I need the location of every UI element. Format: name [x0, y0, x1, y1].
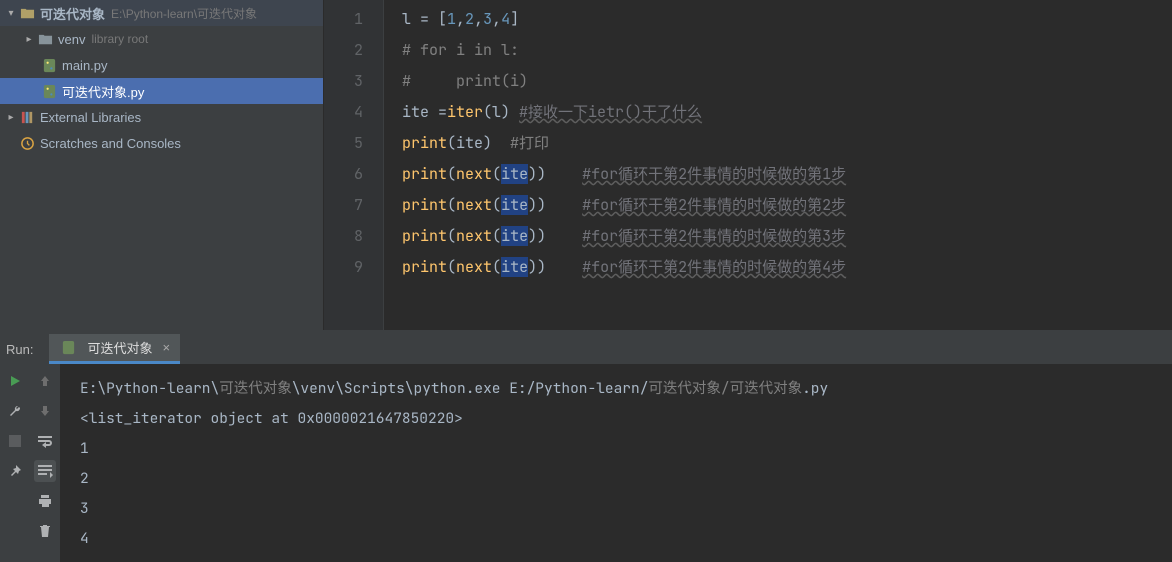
- python-file-icon: [59, 340, 77, 355]
- scroll-to-end-button[interactable]: [34, 460, 56, 482]
- line-number: 5: [324, 128, 363, 159]
- trash-button[interactable]: [34, 520, 56, 542]
- sidebar-item-venv[interactable]: ▸ venv library root: [0, 26, 323, 52]
- external-libraries[interactable]: ▸ External Libraries: [0, 104, 323, 130]
- code-line[interactable]: print(next(ite)) #for循环干第2件事情的时候做的第3步: [402, 221, 1172, 252]
- tree-label: External Libraries: [40, 110, 141, 125]
- pin-button[interactable]: [4, 460, 26, 482]
- chevron-right-icon: ▸: [22, 34, 36, 45]
- up-arrow-button[interactable]: [34, 370, 56, 392]
- run-tabbar: Run: 可迭代对象 ×: [0, 334, 1172, 364]
- console-line: <list_iterator object at 0x0000021647850…: [80, 404, 1172, 434]
- line-number: 7: [324, 190, 363, 221]
- run-tab-label: 可迭代对象: [87, 338, 152, 357]
- tree-label: venv: [58, 32, 85, 47]
- run-panel: Run: 可迭代对象 ×: [0, 330, 1172, 562]
- run-second-toolbar: [30, 364, 60, 562]
- scratch-icon: [18, 136, 36, 151]
- console-line: E:\Python-learn\可迭代对象\venv\Scripts\pytho…: [80, 374, 1172, 404]
- project-root[interactable]: ▾ 可迭代对象 E:\Python-learn\可迭代对象: [0, 0, 323, 26]
- line-number: 2: [324, 35, 363, 66]
- code-line[interactable]: print(next(ite)) #for循环干第2件事情的时候做的第4步: [402, 252, 1172, 283]
- code-line[interactable]: # print(i): [402, 66, 1172, 97]
- line-number: 9: [324, 252, 363, 283]
- console-line: 3: [80, 494, 1172, 524]
- console-output[interactable]: E:\Python-learn\可迭代对象\venv\Scripts\pytho…: [60, 364, 1172, 562]
- wrench-button[interactable]: [4, 400, 26, 422]
- tree-label: 可迭代对象.py: [62, 82, 144, 101]
- tree-label: Scratches and Consoles: [40, 136, 181, 151]
- code-line[interactable]: print(next(ite)) #for循环干第2件事情的时候做的第1步: [402, 159, 1172, 190]
- code-line[interactable]: print(next(ite)) #for循环干第2件事情的时候做的第2步: [402, 190, 1172, 221]
- code-line[interactable]: ite =iter(l) #接收一下ietr()干了什么: [402, 97, 1172, 128]
- python-file-icon: [40, 84, 58, 99]
- run-tab[interactable]: 可迭代对象 ×: [49, 334, 180, 364]
- code-editor[interactable]: 123456789 l = [1,2,3,4]# for i in l:# pr…: [324, 0, 1172, 330]
- sidebar-item-current-file[interactable]: 可迭代对象.py: [0, 78, 323, 104]
- chevron-down-icon: ▾: [4, 8, 18, 19]
- soft-wrap-button[interactable]: [34, 430, 56, 452]
- tree-label: main.py: [62, 58, 108, 73]
- scratches-consoles[interactable]: Scratches and Consoles: [0, 130, 323, 156]
- code-line[interactable]: l = [1,2,3,4]: [402, 4, 1172, 35]
- down-arrow-button[interactable]: [34, 400, 56, 422]
- console-line: 2: [80, 464, 1172, 494]
- run-left-toolbar: [0, 364, 30, 562]
- sidebar-item-main-py[interactable]: main.py: [0, 52, 323, 78]
- code-area[interactable]: l = [1,2,3,4]# for i in l:# print(i)ite …: [384, 0, 1172, 330]
- print-button[interactable]: [34, 490, 56, 512]
- console-line: 4: [80, 524, 1172, 554]
- code-line[interactable]: print(ite) #打印: [402, 128, 1172, 159]
- project-sidebar[interactable]: ▾ 可迭代对象 E:\Python-learn\可迭代对象 ▸ venv lib…: [0, 0, 324, 330]
- console-line: 1: [80, 434, 1172, 464]
- project-path: E:\Python-learn\可迭代对象: [111, 5, 257, 22]
- line-number: 4: [324, 97, 363, 128]
- code-line[interactable]: # for i in l:: [402, 35, 1172, 66]
- chevron-right-icon: ▸: [4, 112, 18, 123]
- project-name: 可迭代对象: [40, 4, 105, 23]
- line-gutter: 123456789: [324, 0, 384, 330]
- tree-note: library root: [91, 32, 148, 46]
- folder-icon: [18, 6, 36, 21]
- run-label: Run:: [6, 342, 33, 357]
- stop-button[interactable]: [4, 430, 26, 452]
- line-number: 1: [324, 4, 363, 35]
- library-icon: [18, 110, 36, 125]
- line-number: 3: [324, 66, 363, 97]
- folder-icon: [36, 32, 54, 47]
- close-icon[interactable]: ×: [162, 340, 170, 355]
- run-button[interactable]: [4, 370, 26, 392]
- python-file-icon: [40, 58, 58, 73]
- line-number: 6: [324, 159, 363, 190]
- line-number: 8: [324, 221, 363, 252]
